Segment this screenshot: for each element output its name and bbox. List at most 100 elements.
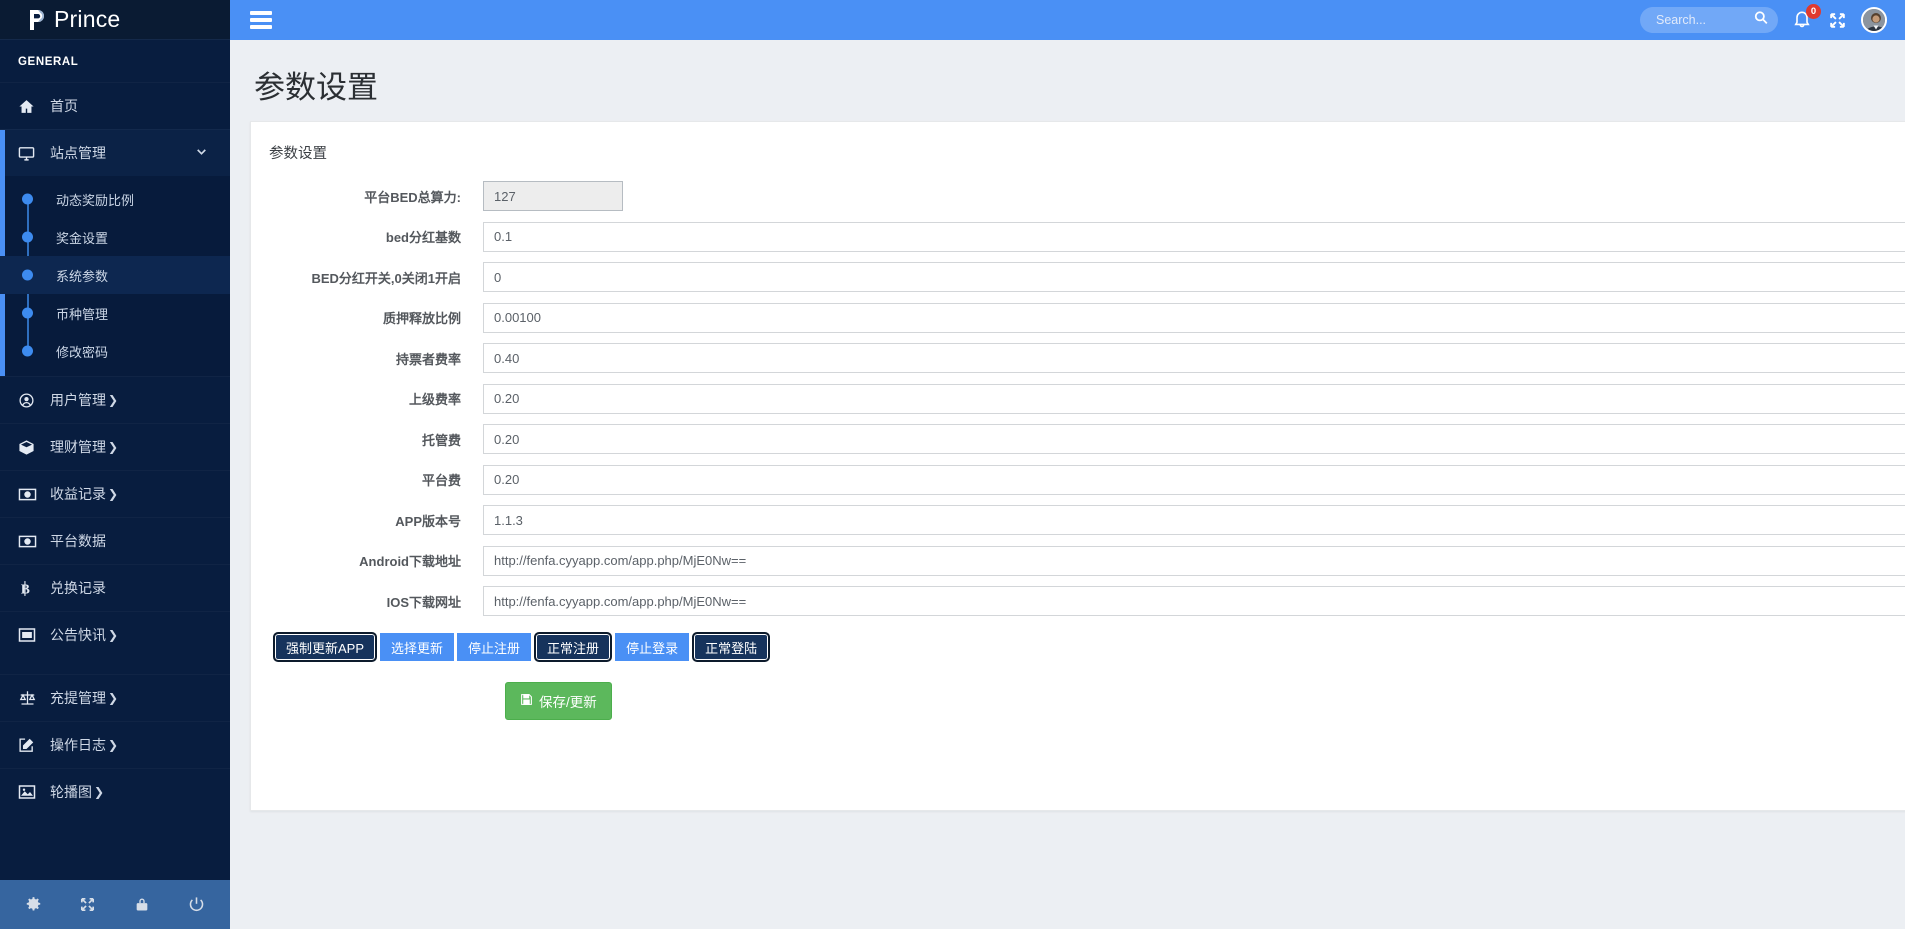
- toggle-stop-registration[interactable]: 停止注册: [457, 633, 531, 661]
- sidebar-footer: [0, 880, 230, 929]
- sidebar-item-carousel[interactable]: 轮播图 ❯: [0, 768, 230, 815]
- field-row-bed-dividend-base: bed分红基数: [265, 222, 1905, 252]
- expand-arrows-icon[interactable]: [68, 885, 108, 925]
- field-row-ios-download-url: IOS下载网址: [265, 586, 1905, 616]
- bitcoin-icon: B: [18, 579, 42, 597]
- platform-fee-input[interactable]: [483, 465, 1905, 495]
- brand[interactable]: Prince: [0, 0, 230, 40]
- fullscreen-icon[interactable]: [1828, 11, 1847, 30]
- timeline-dot-icon: [22, 232, 33, 243]
- sidebar-item-finance-management[interactable]: 理财管理 ❯: [0, 423, 230, 470]
- power-icon[interactable]: [177, 885, 217, 925]
- brand-name: Prince: [54, 6, 120, 33]
- sidebar-subitem-currency-management[interactable]: 币种管理: [0, 294, 230, 332]
- avatar[interactable]: [1861, 7, 1887, 33]
- search-input[interactable]: [1654, 12, 1748, 28]
- sidebar: Prince GENERAL 首页 站点管理: [0, 0, 230, 929]
- money-icon: [18, 532, 42, 550]
- sidebar-item-label: 收益记录: [50, 484, 106, 504]
- save-row: 保存/更新: [483, 682, 1905, 720]
- sidebar-item-exchange-records[interactable]: B 兑换记录: [0, 564, 230, 611]
- sidebar-item-platform-data[interactable]: 平台数据: [0, 517, 230, 564]
- chevron-right-icon: ❯: [108, 628, 118, 642]
- search-icon[interactable]: [1754, 11, 1768, 30]
- content-area: 参数设置 参数设置 平台BED总算力: bed分红基数: [230, 40, 1905, 929]
- field-row-superior-fee-rate: 上级费率: [265, 384, 1905, 414]
- app-version-input[interactable]: [483, 505, 1905, 535]
- bed-dividend-base-input[interactable]: [483, 222, 1905, 252]
- field-label: Android下载地址: [265, 551, 483, 570]
- sidebar-subitem-change-password[interactable]: 修改密码: [0, 332, 230, 370]
- balance-scale-icon: [18, 689, 42, 707]
- notifications-button[interactable]: 0: [1792, 9, 1814, 31]
- save-icon: [520, 693, 533, 709]
- holder-fee-rate-input[interactable]: [483, 343, 1905, 373]
- ios-download-url-input[interactable]: [483, 586, 1905, 616]
- sidebar-subitem-dynamic-reward-ratio[interactable]: 动态奖励比例: [0, 180, 230, 218]
- sidebar-subitem-label: 币种管理: [56, 304, 108, 323]
- monitor-icon: [18, 144, 42, 162]
- toggle-optional-update[interactable]: 选择更新: [380, 633, 454, 661]
- topbar: 0: [230, 0, 1905, 40]
- sidebar-subitem-label: 奖金设置: [56, 228, 108, 247]
- field-row-pledge-release-ratio: 质押释放比例: [265, 303, 1905, 333]
- toggle-stop-login[interactable]: 停止登录: [615, 633, 689, 661]
- save-button-label: 保存/更新: [539, 691, 597, 711]
- prince-p-logo-icon: [24, 7, 50, 33]
- sidebar-subitem-label: 系统参数: [56, 266, 108, 285]
- sidebar-subitem-bonus-settings[interactable]: 奖金设置: [0, 218, 230, 256]
- toggle-force-update-app[interactable]: 强制更新APP: [273, 632, 377, 662]
- superior-fee-rate-input[interactable]: [483, 384, 1905, 414]
- chevron-right-icon: ❯: [108, 691, 118, 705]
- sidebar-item-site-management[interactable]: 站点管理: [0, 129, 230, 176]
- field-label: IOS下载网址: [265, 592, 483, 611]
- sidebar-item-income-records[interactable]: 收益记录 ❯: [0, 470, 230, 517]
- sidebar-submenu-site-management: 动态奖励比例 奖金设置 系统参数 币种管理 修改密码: [0, 176, 230, 376]
- box-icon: [18, 438, 42, 456]
- search-box[interactable]: [1640, 7, 1778, 33]
- field-label: APP版本号: [265, 511, 483, 530]
- custody-fee-input[interactable]: [483, 424, 1905, 454]
- field-label: 平台BED总算力:: [265, 187, 483, 206]
- user-circle-icon: [18, 391, 42, 409]
- field-label: 质押释放比例: [265, 308, 483, 327]
- lock-icon[interactable]: [122, 885, 162, 925]
- sidebar-item-label: 站点管理: [50, 143, 106, 163]
- sidebar-item-deposit-withdraw[interactable]: 充提管理 ❯: [0, 674, 230, 721]
- pledge-release-ratio-input[interactable]: [483, 303, 1905, 333]
- chevron-right-icon: ❯: [108, 738, 118, 752]
- app-root: Prince GENERAL 首页 站点管理: [0, 0, 1905, 929]
- android-download-url-input[interactable]: [483, 546, 1905, 576]
- hamburger-icon[interactable]: [250, 11, 272, 29]
- chevron-right-icon: ❯: [108, 487, 118, 501]
- sidebar-item-home[interactable]: 首页: [0, 82, 230, 129]
- bed-dividend-switch-input[interactable]: [483, 262, 1905, 292]
- sidebar-item-label: 操作日志: [50, 735, 106, 755]
- window-icon: [18, 626, 42, 644]
- notification-badge: 0: [1806, 4, 1821, 19]
- sidebar-item-label: 平台数据: [50, 531, 106, 551]
- main-area: 0: [230, 0, 1905, 929]
- sidebar-heading: GENERAL: [0, 40, 230, 82]
- field-row-custody-fee: 托管费: [265, 424, 1905, 454]
- sidebar-subitem-system-parameters[interactable]: 系统参数: [0, 256, 230, 294]
- sidebar-item-label: 轮播图: [50, 782, 92, 802]
- toggle-button-group: 强制更新APP 选择更新 停止注册 正常注册 停止登录 正常登陆: [273, 632, 1905, 662]
- sidebar-item-label: 兑换记录: [50, 578, 106, 598]
- settings-card: 参数设置 平台BED总算力: bed分红基数 BED分红开关,0关闭1开启: [250, 121, 1905, 811]
- page-title: 参数设置: [254, 62, 1895, 107]
- field-label: 托管费: [265, 430, 483, 449]
- toggle-normal-login[interactable]: 正常登陆: [692, 632, 770, 662]
- timeline-dot-icon: [22, 346, 33, 357]
- sidebar-item-announcements[interactable]: 公告快讯 ❯: [0, 611, 230, 658]
- save-button[interactable]: 保存/更新: [505, 682, 612, 720]
- field-label: 上级费率: [265, 389, 483, 408]
- sidebar-item-operation-log[interactable]: 操作日志 ❯: [0, 721, 230, 768]
- chevron-down-icon[interactable]: [195, 145, 208, 161]
- total-hashrate-input[interactable]: [483, 181, 623, 211]
- sidebar-item-label: 公告快讯: [50, 625, 106, 645]
- toggle-normal-registration[interactable]: 正常注册: [534, 632, 612, 662]
- gear-icon[interactable]: [13, 885, 53, 925]
- sidebar-item-label: 首页: [50, 96, 78, 116]
- sidebar-item-user-management[interactable]: 用户管理 ❯: [0, 376, 230, 423]
